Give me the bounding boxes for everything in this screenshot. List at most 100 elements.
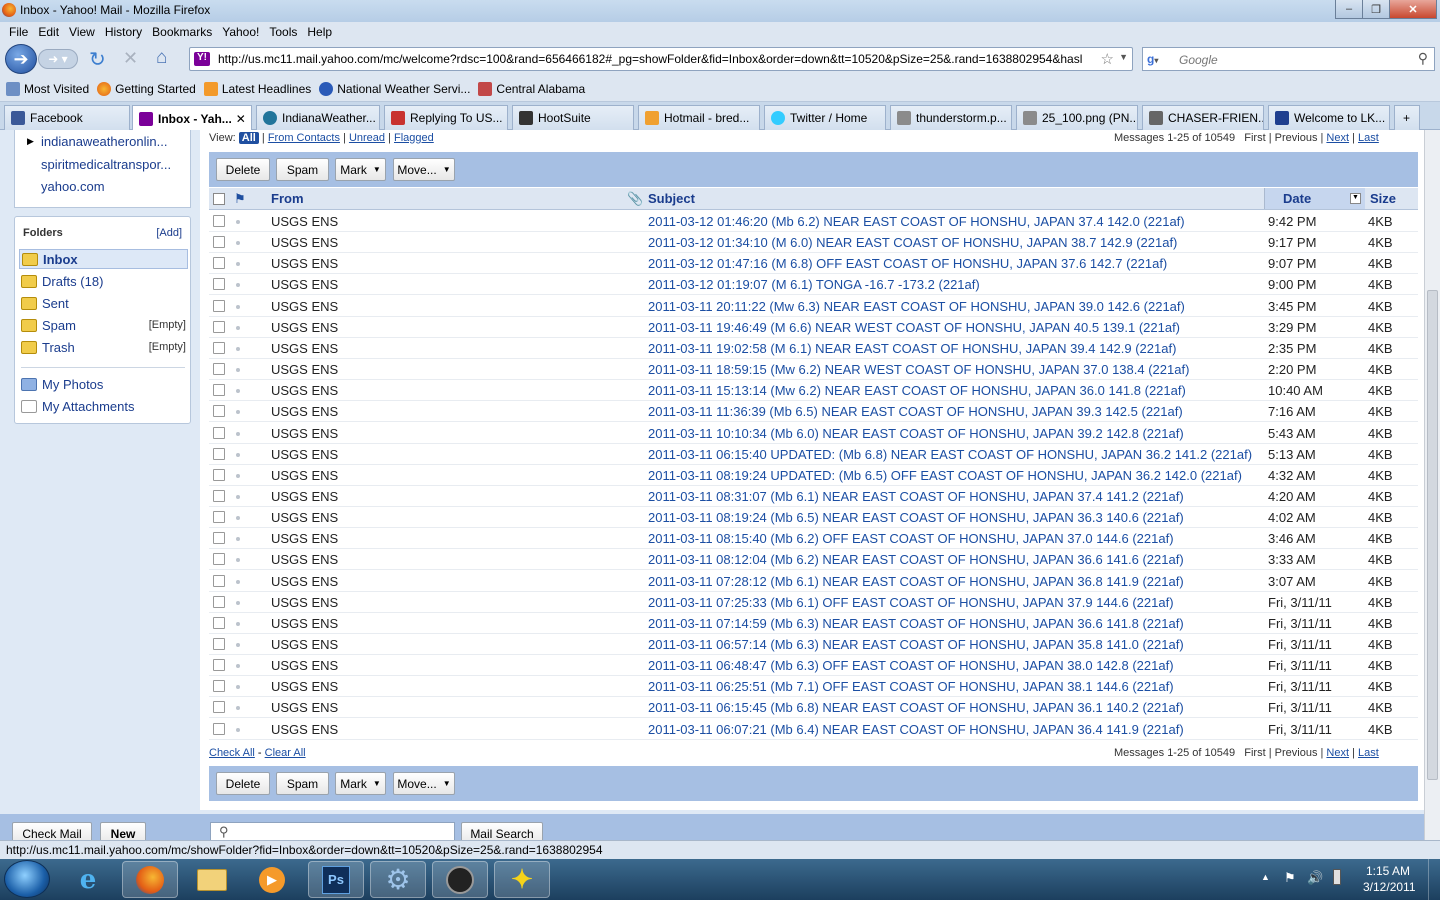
new-button[interactable]: New — [100, 822, 146, 840]
my-attachments-link[interactable]: My Attachments — [19, 396, 188, 416]
message-checkbox[interactable] — [213, 616, 225, 629]
tab-inbox[interactable]: Inbox - Yah... ✕ — [132, 105, 252, 131]
message-subject[interactable]: 2011-03-11 06:15:40 UPDATED: (Mb 6.8) NE… — [648, 447, 1252, 462]
minimize-button[interactable]: – — [1335, 0, 1363, 19]
message-row[interactable]: USGS ENS 2011-03-11 06:25:51 (Mb 7.1) OFF… — [209, 676, 1418, 698]
tray-flag-icon[interactable]: ⚑ — [1284, 870, 1296, 886]
clear-all-link[interactable]: Clear All — [265, 747, 306, 759]
folder-inbox[interactable]: Inbox — [19, 249, 188, 269]
spam-button[interactable]: Spam — [276, 158, 329, 181]
message-subject[interactable]: 2011-03-11 10:10:34 (Mb 6.0) NEAR EAST C… — [648, 426, 1184, 441]
message-from[interactable]: USGS ENS — [271, 658, 338, 673]
tab-chaser[interactable]: CHASER-FRIEN... — [1142, 105, 1264, 130]
address-dropdown-icon[interactable]: ▼ — [1119, 52, 1128, 62]
tab-hotmail[interactable]: Hotmail - bred... — [638, 105, 760, 130]
last-page-link[interactable]: Last — [1358, 132, 1379, 144]
flag-dot-icon[interactable] — [236, 304, 240, 309]
stop-icon[interactable]: ✕ — [123, 48, 138, 69]
message-row[interactable]: USGS ENS 2011-03-11 11:36:39 (Mb 6.5) NEA… — [209, 401, 1418, 423]
flag-dot-icon[interactable] — [236, 727, 240, 732]
message-from[interactable]: USGS ENS — [271, 362, 338, 377]
taskbar-firefox-icon[interactable] — [122, 861, 178, 898]
flag-dot-icon[interactable] — [236, 494, 240, 499]
mail-search-input[interactable]: ⚲ — [210, 822, 455, 840]
tab-facebook[interactable]: Facebook — [4, 105, 130, 130]
google-icon[interactable]: g▾ — [1147, 52, 1158, 66]
contact-item[interactable]: indianaweatheronlin... — [41, 134, 167, 149]
flag-dot-icon[interactable] — [236, 346, 240, 351]
close-tab-icon[interactable]: ✕ — [236, 112, 246, 126]
message-subject[interactable]: 2011-03-11 07:28:12 (Mb 6.1) NEAR EAST C… — [648, 574, 1184, 589]
expand-icon[interactable]: ▶ — [27, 136, 34, 147]
select-all-checkbox[interactable] — [213, 193, 225, 205]
view-flagged[interactable]: Flagged — [394, 132, 434, 144]
tab-twitter[interactable]: Twitter / Home — [764, 105, 886, 130]
flag-dot-icon[interactable] — [236, 452, 240, 457]
delete-button[interactable]: Delete — [216, 772, 270, 795]
next-page-link[interactable]: Next — [1326, 132, 1349, 144]
flag-dot-icon[interactable] — [236, 325, 240, 330]
message-from[interactable]: USGS ENS — [271, 722, 338, 737]
taskbar-ie-icon[interactable]: e — [60, 861, 116, 898]
tab-thunderstorm[interactable]: thunderstorm.p... — [890, 105, 1012, 130]
message-from[interactable]: USGS ENS — [271, 214, 338, 229]
flag-dot-icon[interactable] — [236, 664, 240, 669]
search-bar[interactable]: g▾ Google ⚲ — [1142, 47, 1435, 71]
my-photos-link[interactable]: My Photos — [19, 374, 188, 394]
message-from[interactable]: USGS ENS — [271, 700, 338, 715]
taskbar-app-icon[interactable] — [432, 861, 488, 898]
message-checkbox[interactable] — [213, 553, 225, 566]
message-checkbox[interactable] — [213, 384, 225, 397]
message-checkbox[interactable] — [213, 341, 225, 354]
message-from[interactable]: USGS ENS — [271, 468, 338, 483]
menu-file[interactable]: File — [9, 25, 28, 39]
scroll-thumb[interactable] — [1427, 290, 1438, 780]
attachment-icon[interactable]: 📎 — [627, 191, 643, 207]
message-row[interactable]: USGS ENS 2011-03-11 08:19:24 UPDATED: (Mb… — [209, 465, 1418, 486]
message-checkbox[interactable] — [213, 426, 225, 439]
tab-indianaweather[interactable]: IndianaWeather... — [256, 105, 380, 130]
message-from[interactable]: USGS ENS — [271, 299, 338, 314]
flag-dot-icon[interactable] — [236, 283, 240, 288]
message-subject[interactable]: 2011-03-11 15:13:14 (Mw 6.2) NEAR EAST C… — [648, 383, 1186, 398]
view-unread[interactable]: Unread — [349, 132, 385, 144]
message-from[interactable]: USGS ENS — [271, 679, 338, 694]
check-all-link[interactable]: Check All — [209, 747, 255, 759]
message-row[interactable]: USGS ENS 2011-03-11 08:31:07 (Mb 6.1) NEA… — [209, 486, 1418, 507]
message-checkbox[interactable] — [213, 511, 225, 524]
last-page-link[interactable]: Last — [1358, 747, 1379, 759]
flag-dot-icon[interactable] — [236, 220, 240, 224]
message-checkbox[interactable] — [213, 363, 225, 376]
flag-dot-icon[interactable] — [236, 389, 240, 394]
message-checkbox[interactable] — [213, 489, 225, 502]
move-button[interactable]: Move... ▼ — [393, 772, 455, 795]
mail-search-button[interactable]: Mail Search — [461, 822, 543, 840]
message-from[interactable]: USGS ENS — [271, 320, 338, 335]
view-all[interactable]: All — [238, 132, 259, 144]
menu-tools[interactable]: Tools — [269, 25, 297, 39]
tray-arrow-icon[interactable]: ▲ — [1261, 872, 1270, 882]
menu-yahoo[interactable]: Yahoo! — [222, 25, 259, 39]
forward-button[interactable]: ➜ ▾ — [38, 49, 78, 69]
menu-bookmarks[interactable]: Bookmarks — [152, 25, 212, 39]
vertical-scrollbar[interactable] — [1424, 130, 1440, 840]
message-row[interactable]: USGS ENS 2011-03-11 08:19:24 (Mb 6.5) NEA… — [209, 507, 1418, 529]
subject-column-header[interactable]: Subject — [648, 191, 695, 206]
mark-button[interactable]: Mark ▼ — [335, 158, 386, 181]
back-button[interactable]: ➔ — [5, 44, 37, 74]
message-subject[interactable]: 2011-03-11 20:11:22 (Mw 6.3) NEAR EAST C… — [648, 299, 1185, 314]
bookmark-latest-headlines[interactable]: Latest Headlines — [203, 81, 311, 96]
message-row[interactable]: USGS ENS 2011-03-12 01:34:10 (M 6.0) NEAR… — [209, 232, 1418, 254]
delete-button[interactable]: Delete — [216, 158, 270, 181]
message-row[interactable]: USGS ENS 2011-03-11 07:25:33 (Mb 6.1) OFF… — [209, 592, 1418, 613]
flag-dot-icon[interactable] — [236, 516, 240, 521]
flag-dot-icon[interactable] — [236, 473, 240, 478]
spam-button[interactable]: Spam — [276, 772, 329, 795]
message-from[interactable]: USGS ENS — [271, 616, 338, 631]
menu-edit[interactable]: Edit — [38, 25, 59, 39]
flag-dot-icon[interactable] — [236, 685, 240, 690]
taskbar-media-icon[interactable]: ▶ — [244, 861, 300, 898]
folder-drafts[interactable]: Drafts (18) — [19, 271, 188, 291]
bookmark-central-alabama[interactable]: Central Alabama — [478, 81, 585, 96]
flag-dot-icon[interactable] — [236, 579, 240, 584]
